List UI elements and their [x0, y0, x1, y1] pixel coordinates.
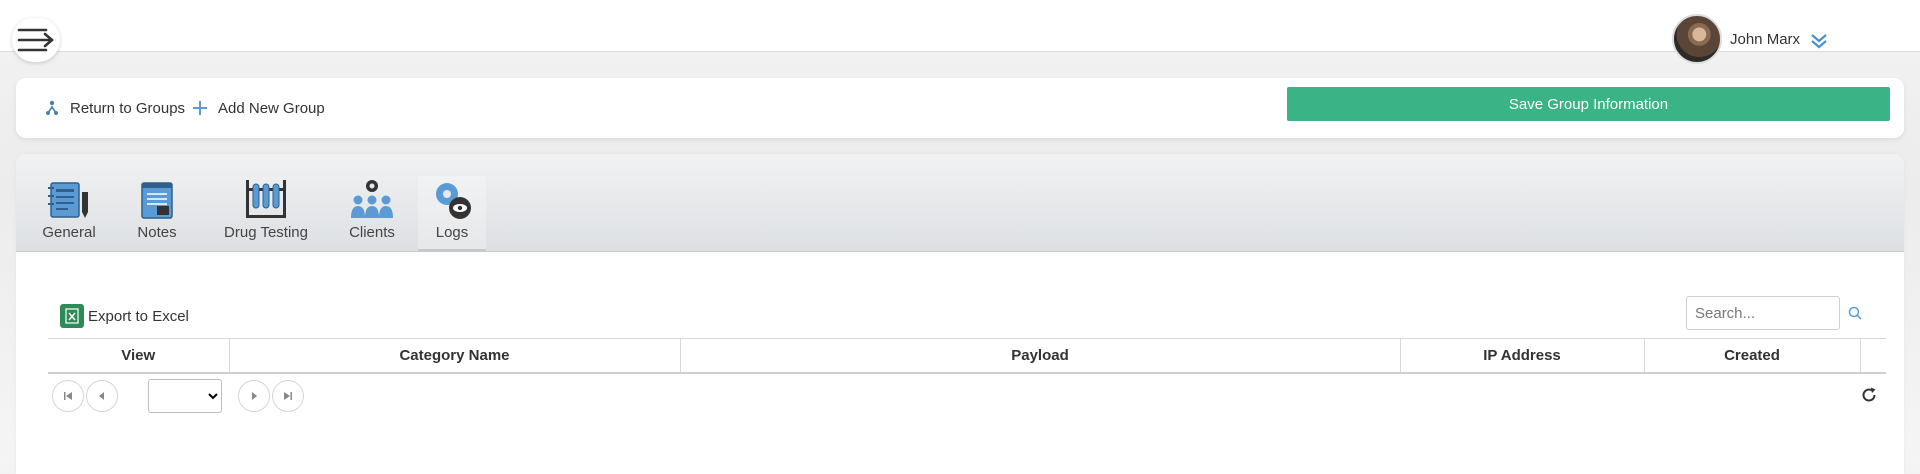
logs-table: View Category Name Payload IP Address Cr… [48, 338, 1886, 374]
pager [52, 376, 1882, 416]
add-new-group-link[interactable]: Add New Group [192, 78, 325, 138]
tab-notes-label: Notes [137, 224, 177, 241]
main-panel: General Notes Drug Testing Clients Logs … [16, 154, 1904, 474]
gear-eye-icon [430, 176, 474, 220]
add-new-group-label: Add New Group [218, 99, 325, 117]
export-to-excel-button[interactable]: Export to Excel [60, 304, 189, 328]
first-page-icon [64, 392, 72, 400]
test-tubes-icon [244, 176, 288, 220]
return-to-groups-link[interactable]: Return to Groups [44, 78, 185, 138]
chevron-down-icon[interactable] [1810, 33, 1828, 49]
last-page-icon [284, 392, 292, 400]
previous-page-icon [99, 392, 104, 400]
return-to-groups-label: Return to Groups [70, 99, 186, 117]
tab-general-label: General [42, 224, 96, 241]
last-page-button[interactable] [272, 380, 304, 412]
plus-icon [192, 100, 208, 116]
notebook-pencil-icon [47, 176, 91, 220]
column-header-created[interactable]: Created [1644, 338, 1861, 374]
tab-strip: General Notes Drug Testing Clients Logs [16, 154, 1904, 252]
group-gear-icon [350, 176, 394, 220]
tab-logs-label: Logs [435, 224, 469, 241]
notepad-icon [139, 176, 175, 220]
previous-page-button[interactable] [86, 380, 118, 412]
avatar[interactable] [1672, 14, 1722, 64]
tab-clients-label: Clients [349, 224, 395, 241]
export-to-excel-label: Export to Excel [88, 307, 189, 325]
table-header-row: View Category Name Payload IP Address Cr… [48, 338, 1886, 374]
column-header-view[interactable]: View [48, 338, 230, 374]
top-header [0, 0, 1920, 52]
tab-notes[interactable]: Notes [128, 176, 186, 252]
user-name[interactable]: John Marx [1730, 31, 1800, 48]
group-hierarchy-icon [44, 100, 60, 116]
column-header-category-name[interactable]: Category Name [229, 338, 681, 374]
column-header-payload[interactable]: Payload [680, 338, 1401, 374]
save-group-button[interactable]: Save Group Information [1287, 87, 1890, 121]
page-select[interactable] [148, 379, 222, 413]
action-bar: Return to Groups Add New Group Save Grou… [16, 78, 1904, 138]
tab-logs[interactable]: Logs [418, 176, 486, 252]
menu-toggle-button[interactable] [12, 18, 60, 62]
tab-drug-testing-label: Drug Testing [224, 224, 308, 241]
tab-clients[interactable]: Clients [342, 176, 402, 252]
user-menu[interactable]: John Marx [1672, 14, 1828, 64]
tab-drug-testing[interactable]: Drug Testing [216, 176, 316, 252]
search-icon[interactable] [1848, 306, 1862, 320]
next-page-icon [252, 392, 257, 400]
tab-general[interactable]: General [36, 176, 102, 252]
refresh-icon[interactable] [1860, 386, 1878, 404]
search-input[interactable] [1686, 296, 1840, 330]
excel-icon [60, 304, 84, 328]
menu-arrow-icon [17, 28, 54, 52]
first-page-button[interactable] [52, 380, 84, 412]
next-page-button[interactable] [238, 380, 270, 412]
column-header-spacer [1860, 338, 1886, 374]
column-header-ip-address[interactable]: IP Address [1400, 338, 1645, 374]
